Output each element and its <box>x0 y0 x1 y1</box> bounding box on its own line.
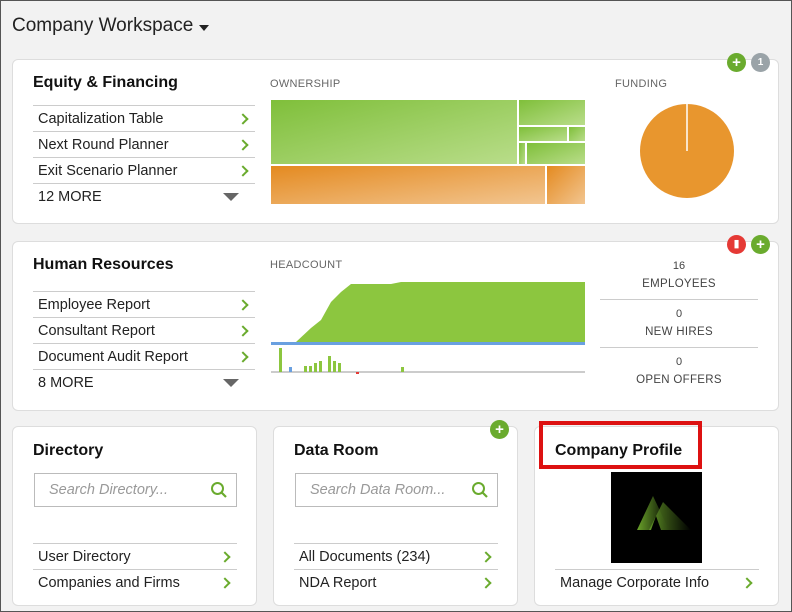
highlight-box <box>539 421 702 469</box>
headcount-baseline <box>271 342 585 345</box>
data-room-card: Data Room All Documents (234) NDA Report… <box>273 420 518 606</box>
chevron-right-icon <box>237 138 249 151</box>
hire-bar <box>338 363 341 372</box>
hire-bar <box>328 356 331 372</box>
ownership-treemap <box>271 100 585 204</box>
hire-bar <box>304 366 307 372</box>
link-next-round-planner[interactable]: Next Round Planner <box>33 131 255 157</box>
card-title: Directory <box>33 442 104 459</box>
company-logo[interactable] <box>611 472 702 563</box>
hire-bar <box>319 361 322 372</box>
workspace-title: Company Workspace <box>12 15 194 36</box>
human-resources-card: Human Resources Employee Report Consulta… <box>12 235 779 411</box>
hire-bar <box>289 367 292 372</box>
divider <box>600 299 758 300</box>
directory-search-box <box>34 473 237 507</box>
card-title: Human Resources <box>33 256 174 273</box>
directory-search-input[interactable] <box>49 482 199 498</box>
link-user-directory[interactable]: User Directory <box>33 543 237 569</box>
chevron-right-icon <box>237 324 249 337</box>
treemap-cell <box>519 143 525 164</box>
equity-financing-card: Equity & Financing Capitalization Table … <box>12 53 779 224</box>
treemap-cell <box>569 127 585 141</box>
dataroom-search-input[interactable] <box>310 482 460 498</box>
chevron-right-icon <box>219 576 231 589</box>
stat-employees: 16 EMPLOYEES <box>642 260 716 290</box>
headcount-area-chart <box>271 282 585 374</box>
dataroom-search-box <box>295 473 498 507</box>
treemap-cell <box>271 166 545 204</box>
company-profile-card: Company Profile Manage Corporate Info <box>534 421 779 606</box>
treemap-cell <box>527 143 585 164</box>
link-exit-scenario-planner[interactable]: Exit Scenario Planner <box>33 157 255 183</box>
directory-card: Directory User Directory Companies and F… <box>12 426 257 606</box>
hire-bar <box>401 367 404 372</box>
link-consultant-report[interactable]: Consultant Report <box>33 317 255 343</box>
treemap-cell <box>519 100 585 125</box>
caret-down-icon <box>199 24 210 31</box>
triangle-down-icon <box>223 378 239 387</box>
treemap-cell <box>271 100 517 164</box>
ownership-label: OWNERSHIP <box>270 78 341 90</box>
treemap-cell <box>519 127 567 141</box>
chevron-right-icon <box>741 576 753 589</box>
funding-pie-chart <box>640 104 734 198</box>
link-employee-report[interactable]: Employee Report <box>33 291 255 317</box>
more-toggle[interactable]: 8 MORE <box>33 369 255 395</box>
more-toggle[interactable]: 12 MORE <box>33 183 255 209</box>
headcount-label: HEADCOUNT <box>270 259 343 271</box>
triangle-down-icon <box>223 192 239 201</box>
link-nda-report[interactable]: NDA Report <box>294 569 498 595</box>
link-capitalization-table[interactable]: Capitalization Table <box>33 105 255 131</box>
hire-bar <box>279 348 282 372</box>
notification-badge[interactable]: 1 <box>751 53 770 72</box>
hire-bar <box>333 361 336 372</box>
link-companies-and-firms[interactable]: Companies and Firms <box>33 569 237 595</box>
company-logo-mark <box>637 496 691 530</box>
link-document-audit-report[interactable]: Document Audit Report <box>33 343 255 369</box>
divider <box>600 347 758 348</box>
hire-bar <box>314 363 317 372</box>
chevron-right-icon <box>219 550 231 563</box>
add-button[interactable]: + <box>490 420 509 439</box>
add-button[interactable]: + <box>751 235 770 254</box>
clipboard-icon[interactable]: ▮ <box>727 235 746 254</box>
chevron-right-icon <box>480 576 492 589</box>
stat-open-offers: 0 OPEN OFFERS <box>636 356 722 386</box>
search-icon[interactable] <box>471 481 489 499</box>
link-all-documents[interactable]: All Documents (234) <box>294 543 498 569</box>
workspace-selector[interactable]: Company Workspace <box>12 15 210 37</box>
add-button[interactable]: + <box>727 53 746 72</box>
treemap-cell <box>547 166 585 204</box>
card-title: Equity & Financing <box>33 74 178 91</box>
chevron-right-icon <box>237 298 249 311</box>
card-title: Data Room <box>294 442 379 459</box>
funding-label: FUNDING <box>615 78 668 90</box>
search-icon[interactable] <box>210 481 228 499</box>
termination-bar <box>356 372 359 374</box>
stat-new-hires: 0 NEW HIRES <box>645 308 713 338</box>
chevron-right-icon <box>237 164 249 177</box>
chevron-right-icon <box>237 112 249 125</box>
chevron-right-icon <box>237 350 249 363</box>
chevron-right-icon <box>480 550 492 563</box>
headcount-area <box>271 282 585 342</box>
hire-bar <box>309 366 312 372</box>
link-manage-corporate-info[interactable]: Manage Corporate Info <box>555 569 759 595</box>
